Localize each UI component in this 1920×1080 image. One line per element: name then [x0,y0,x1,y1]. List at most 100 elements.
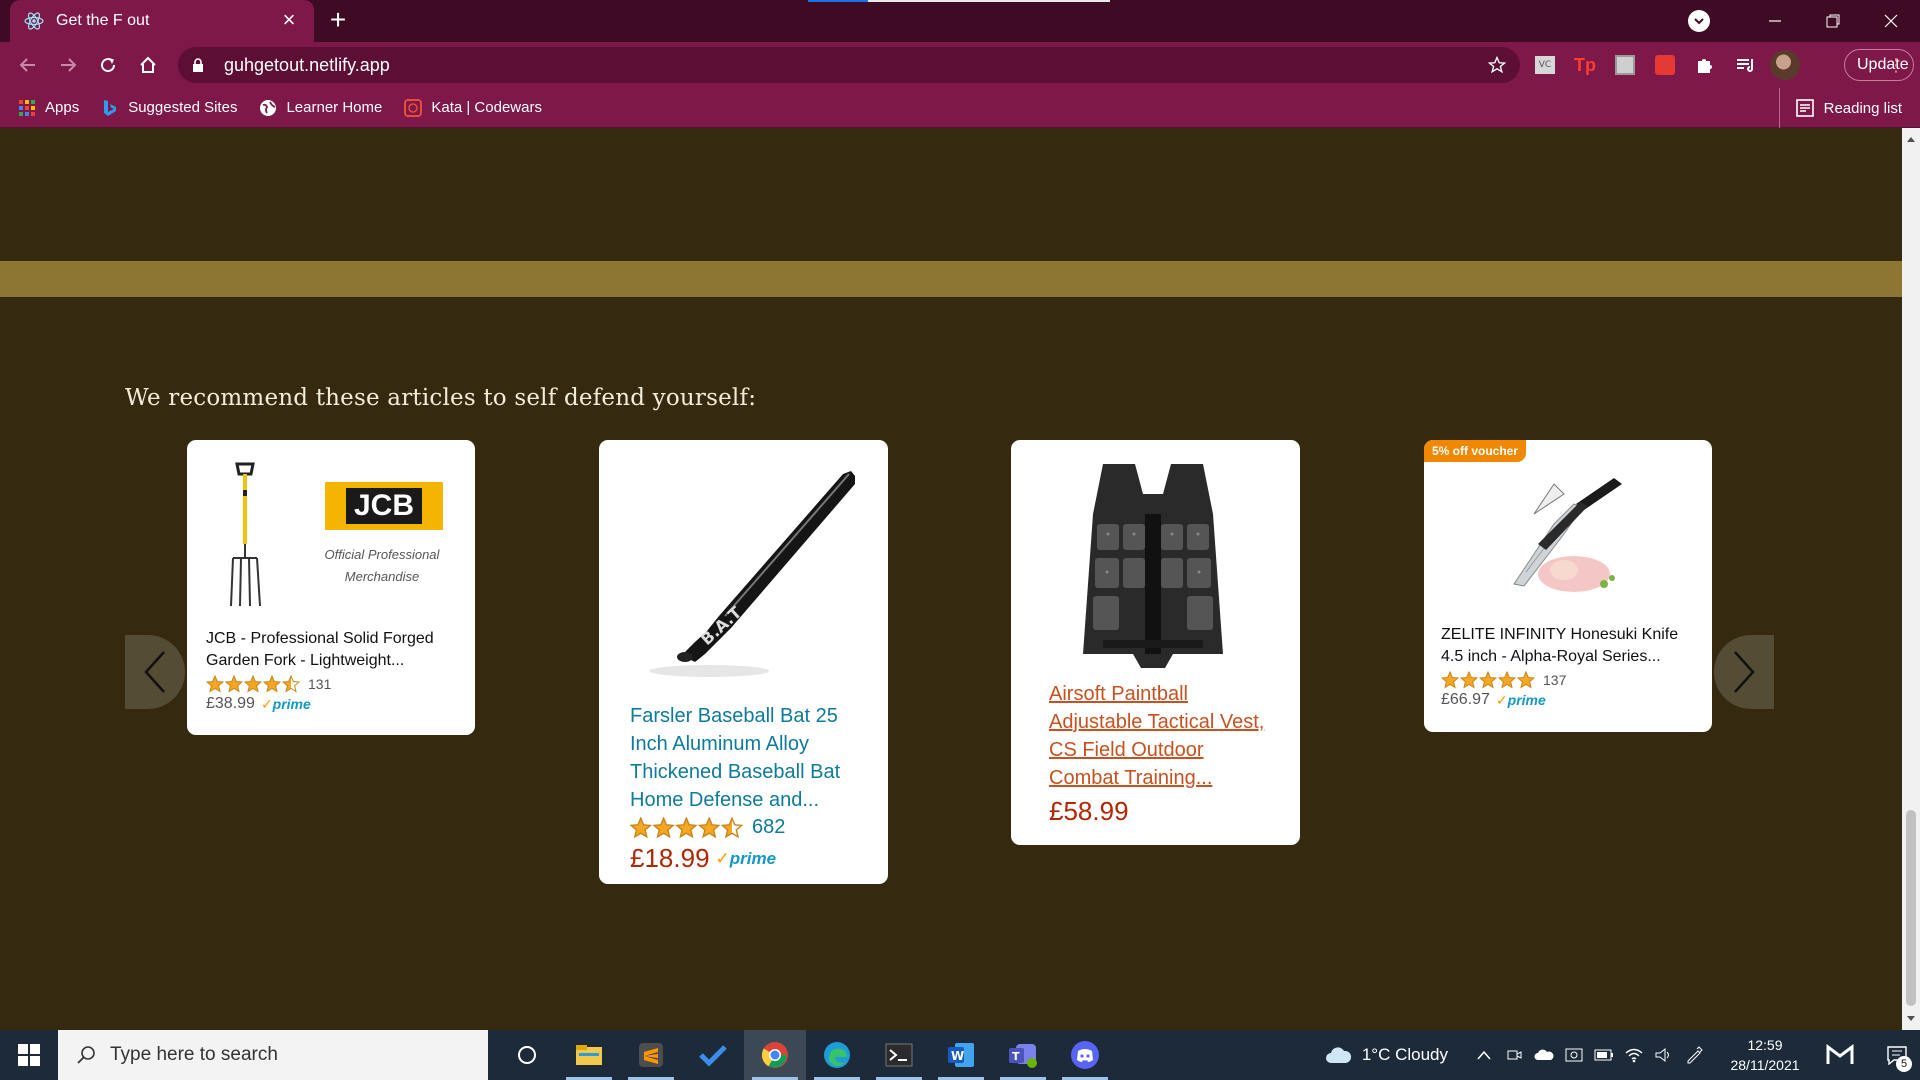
weather-text: 1°C Cloudy [1361,1045,1448,1064]
bookmark-suggested-sites[interactable]: Suggested Sites [101,99,237,117]
grey-extension-icon[interactable] [1610,50,1640,80]
scroll-up-icon[interactable] [1902,130,1920,148]
media-queue-icon[interactable] [1730,50,1760,80]
product-price-row: £58.99 [1049,796,1289,827]
bookmarks-bar: Apps Suggested Sites Learner Home Kata |… [0,88,1920,128]
tab-search-icon[interactable] [1688,10,1710,32]
search-placeholder: Type here to search [110,1044,278,1065]
close-window-button[interactable] [1862,0,1920,42]
product-title-line: Adjustable Tactical Vest, [1049,711,1265,733]
gmail-icon[interactable] [1820,1041,1860,1069]
bookmark-codewars[interactable]: Kata | Codewars [404,98,542,117]
meet-now-icon[interactable] [1500,1041,1528,1069]
carousel-next-button[interactable] [1714,635,1774,709]
address-bar[interactable]: guhgetout.netlify.app [178,47,1520,83]
back-button[interactable] [8,45,48,85]
forward-button[interactable] [48,45,88,85]
lock-icon [192,57,210,73]
product-card-jcb-fork[interactable]: JCB Official Professional Merchandise JC… [187,440,475,735]
new-tab-button[interactable]: + [324,6,352,35]
bookmark-learner-home[interactable]: Learner Home [259,99,382,117]
avatar[interactable] [1770,50,1800,80]
bookmark-apps[interactable]: Apps [18,99,79,117]
terminal-icon[interactable] [868,1030,930,1080]
word-icon[interactable]: W [930,1030,992,1080]
tp-extension-icon[interactable]: Tp [1570,50,1600,80]
tab-title: Get the F out [56,12,150,29]
task-view-button[interactable] [496,1030,558,1080]
reload-button[interactable] [88,45,128,85]
vc-extension-icon[interactable]: VC [1530,50,1560,80]
rating-count: 682 [752,816,786,838]
taskbar-search-box[interactable]: Type here to search [58,1030,488,1080]
product-rating[interactable]: 131 [206,675,466,693]
extensions-area: VC Tp [1530,47,1800,83]
product-title-line: Garden Fork - Lightweight... [206,652,405,669]
product-price: £66.97 [1441,691,1490,708]
brand-caption: Official Professional Merchandise [307,544,457,588]
carousel-prev-button[interactable] [125,635,185,709]
reading-list-button[interactable]: Reading list [1778,88,1902,128]
star-rating-icon [630,816,744,839]
browser-toolbar: guhgetout.netlify.app VC Tp Update ⋮ [0,42,1920,88]
weather-widget[interactable]: 1°C Cloudy [1324,1045,1448,1065]
system-tray: 1°C Cloudy 12:59 28/11/2021 5 [1324,1030,1920,1080]
chevron-up-icon[interactable] [1470,1041,1498,1069]
product-title-line: Inch Aluminum Alloy [630,733,809,755]
product-rating[interactable]: 682 [630,816,870,839]
chrome-icon[interactable] [744,1030,806,1080]
jcb-logo: JCB [325,482,443,530]
windows-taskbar: Type here to search W T 1°C Cloudy 12:59… [0,1030,1920,1080]
todo-app-icon[interactable] [682,1030,744,1080]
file-explorer-icon[interactable] [558,1030,620,1080]
discord-icon[interactable] [1054,1030,1116,1080]
system-clock[interactable]: 12:59 28/11/2021 [1722,1035,1808,1075]
home-button[interactable] [128,45,168,85]
svg-text:W: W [951,1049,964,1063]
voucher-badge: 5% off voucher [1424,440,1527,462]
restore-button[interactable] [1804,0,1862,42]
scrollbar-thumb[interactable] [1906,810,1916,1006]
security-icon[interactable] [1560,1041,1588,1069]
product-title[interactable]: ZELITE INFINITY Honesuki Knife 4.5 inch … [1441,624,1706,668]
start-button[interactable] [0,1030,58,1080]
tactical-vest-image [1073,454,1233,674]
browser-tab-active[interactable]: Get the F out × [10,0,314,42]
notification-center-button[interactable]: 5 [1874,1030,1920,1080]
edge-icon[interactable] [806,1030,868,1080]
product-rating[interactable]: 137 [1441,671,1706,689]
garden-fork-image [227,460,267,610]
brand-caption-line: Official Professional [324,547,440,562]
pen-icon[interactable] [1680,1041,1708,1069]
codewars-icon [404,98,423,117]
product-title-line: ZELITE INFINITY Honesuki Knife [1441,626,1679,643]
close-tab-icon[interactable]: × [278,9,300,32]
react-icon [24,11,44,31]
puzzle-extensions-icon[interactable] [1690,50,1720,80]
wifi-icon[interactable] [1620,1041,1648,1069]
update-button[interactable]: Update ⋮ [1844,49,1914,81]
teams-icon[interactable]: T [992,1030,1054,1080]
product-title[interactable]: Farsler Baseball Bat 25 Inch Aluminum Al… [630,702,870,814]
product-card-baseball-bat[interactable]: B.A.T Farsler Baseball Bat 25 Inch Alumi… [599,440,888,884]
sublime-text-icon[interactable] [620,1030,682,1080]
product-title-line: Home Defense and... [630,789,819,811]
product-title[interactable]: JCB - Professional Solid Forged Garden F… [206,628,466,672]
globe-icon [259,99,277,117]
product-card-honesuki-knife[interactable]: 5% off voucher ZELITE INFINITY Honesuki … [1424,440,1712,732]
minimize-button[interactable] [1746,0,1804,42]
scroll-down-icon[interactable] [1902,1010,1920,1028]
battery-icon[interactable] [1590,1041,1618,1069]
menu-dots-icon[interactable]: ⋮ [1887,54,1905,76]
page-scrollbar[interactable] [1902,128,1920,1030]
onedrive-icon[interactable] [1530,1041,1558,1069]
product-title[interactable]: Airsoft Paintball Adjustable Tactical Ve… [1049,680,1289,792]
volume-icon[interactable] [1650,1041,1678,1069]
rating-count: 131 [308,676,332,692]
product-card-tactical-vest[interactable]: Airsoft Paintball Adjustable Tactical Ve… [1011,440,1300,845]
divider-band [0,261,1902,297]
red-extension-icon[interactable] [1650,50,1680,80]
bookmark-star-icon[interactable] [1482,50,1512,80]
star-rating-icon [206,675,300,693]
prime-badge: ✓prime [1495,691,1546,708]
